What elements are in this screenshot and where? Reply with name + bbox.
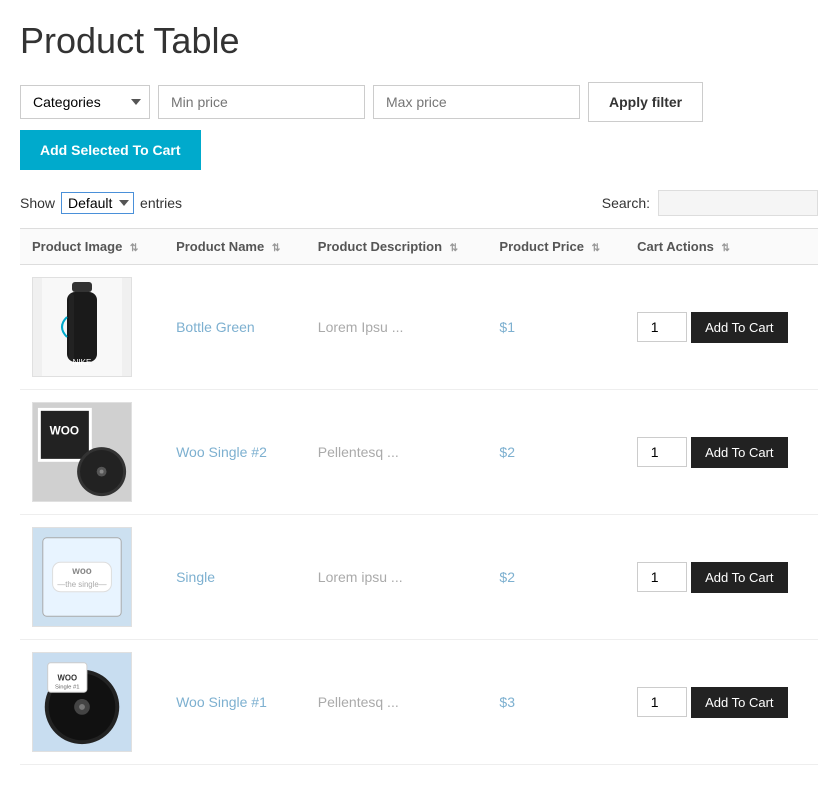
product-desc-cell-3: Pellentesq ... — [306, 640, 488, 765]
product-image-cell-1: WOO — [20, 390, 164, 515]
col-actions: Cart Actions ⇅ — [625, 229, 818, 265]
show-label: Show — [20, 195, 55, 211]
product-desc-3: Pellentesq ... — [318, 694, 399, 710]
cart-actions-cell-2: Add To Cart — [625, 515, 818, 640]
product-image-2: woo —the single— — [32, 527, 132, 627]
sort-name-icon[interactable]: ⇅ — [272, 243, 280, 254]
add-to-cart-button-2[interactable]: Add To Cart — [691, 562, 787, 593]
entries-label: entries — [140, 195, 182, 211]
cart-actions-cell-3: Add To Cart — [625, 640, 818, 765]
table-body: NIKE Bottle Green Lorem Ipsu ... $1 Add … — [20, 265, 818, 765]
product-price-0: $1 — [499, 319, 515, 335]
sort-actions-icon[interactable]: ⇅ — [722, 243, 730, 254]
svg-text:WOO: WOO — [58, 673, 78, 682]
sort-description-icon[interactable]: ⇅ — [450, 243, 458, 254]
cart-actions-cell-1: Add To Cart — [625, 390, 818, 515]
product-price-1: $2 — [499, 444, 515, 460]
add-to-cart-button-3[interactable]: Add To Cart — [691, 687, 787, 718]
col-description: Product Description ⇅ — [306, 229, 488, 265]
page-container: Product Table Categories All Music Cloth… — [0, 0, 838, 785]
page-title: Product Table — [20, 20, 818, 62]
product-name-cell-1: Woo Single #2 — [164, 390, 306, 515]
col-name: Product Name ⇅ — [164, 229, 306, 265]
add-to-cart-button-0[interactable]: Add To Cart — [691, 312, 787, 343]
sort-price-icon[interactable]: ⇅ — [592, 243, 600, 254]
search-label: Search: — [602, 195, 650, 211]
product-name-2: Single — [176, 569, 215, 585]
product-name-cell-3: Woo Single #1 — [164, 640, 306, 765]
product-name-cell-2: Single — [164, 515, 306, 640]
cart-actions-1: Add To Cart — [637, 437, 806, 468]
product-desc-cell-1: Pellentesq ... — [306, 390, 488, 515]
cart-actions-0: Add To Cart — [637, 312, 806, 343]
apply-filter-button[interactable]: Apply filter — [588, 82, 703, 122]
product-desc-2: Lorem ipsu ... — [318, 569, 403, 585]
product-name-cell-0: Bottle Green — [164, 265, 306, 390]
product-price-cell-2: $2 — [487, 515, 625, 640]
category-select[interactable]: Categories All Music Clothing — [20, 85, 150, 119]
add-to-cart-button-1[interactable]: Add To Cart — [691, 437, 787, 468]
table-controls: Show Default 10 25 50 100 entries Search… — [20, 190, 818, 216]
product-name-1: Woo Single #2 — [176, 444, 267, 460]
quantity-input-3[interactable] — [637, 687, 687, 717]
cart-actions-2: Add To Cart — [637, 562, 806, 593]
product-desc-1: Pellentesq ... — [318, 444, 399, 460]
product-price-3: $3 — [499, 694, 515, 710]
col-image: Product Image ⇅ — [20, 229, 164, 265]
cart-actions-cell-0: Add To Cart — [625, 265, 818, 390]
min-price-input[interactable] — [158, 85, 365, 119]
svg-text:WOO: WOO — [50, 424, 79, 437]
svg-text:—the single—: —the single— — [57, 580, 106, 589]
table-row: WOO Single #1 Woo Single #1 Pellentesq .… — [20, 640, 818, 765]
product-image-3: WOO Single #1 — [32, 652, 132, 752]
table-row: WOO Woo Single #2 Pellentesq ... $2 Add … — [20, 390, 818, 515]
quantity-input-1[interactable] — [637, 437, 687, 467]
add-selected-to-cart-button[interactable]: Add Selected To Cart — [20, 130, 201, 170]
entries-select[interactable]: Default 10 25 50 100 — [61, 192, 134, 214]
svg-text:NIKE: NIKE — [73, 358, 92, 367]
quantity-input-2[interactable] — [637, 562, 687, 592]
max-price-input[interactable] — [373, 85, 580, 119]
product-image-0: NIKE — [32, 277, 132, 377]
product-desc-0: Lorem Ipsu ... — [318, 319, 404, 335]
product-price-cell-3: $3 — [487, 640, 625, 765]
col-price: Product Price ⇅ — [487, 229, 625, 265]
product-image-cell-2: woo —the single— — [20, 515, 164, 640]
product-price-cell-0: $1 — [487, 265, 625, 390]
search-input[interactable] — [658, 190, 818, 216]
cart-actions-3: Add To Cart — [637, 687, 806, 718]
product-name-0: Bottle Green — [176, 319, 255, 335]
product-table: Product Image ⇅ Product Name ⇅ Product D… — [20, 228, 818, 765]
product-desc-cell-0: Lorem Ipsu ... — [306, 265, 488, 390]
product-image-cell-0: NIKE — [20, 265, 164, 390]
table-header: Product Image ⇅ Product Name ⇅ Product D… — [20, 229, 818, 265]
table-row: woo —the single— Single Lorem ipsu ... $… — [20, 515, 818, 640]
product-image-cell-3: WOO Single #1 — [20, 640, 164, 765]
table-row: NIKE Bottle Green Lorem Ipsu ... $1 Add … — [20, 265, 818, 390]
svg-text:Single #1: Single #1 — [55, 684, 80, 690]
product-desc-cell-2: Lorem ipsu ... — [306, 515, 488, 640]
quantity-input-0[interactable] — [637, 312, 687, 342]
product-price-cell-1: $2 — [487, 390, 625, 515]
search-bar: Search: — [602, 190, 818, 216]
product-name-3: Woo Single #1 — [176, 694, 267, 710]
sort-image-icon[interactable]: ⇅ — [130, 243, 138, 254]
svg-text:woo: woo — [71, 566, 92, 577]
show-entries-control: Show Default 10 25 50 100 entries — [20, 192, 182, 214]
product-image-1: WOO — [32, 402, 132, 502]
filter-bar: Categories All Music Clothing Apply filt… — [20, 82, 818, 170]
product-price-2: $2 — [499, 569, 515, 585]
